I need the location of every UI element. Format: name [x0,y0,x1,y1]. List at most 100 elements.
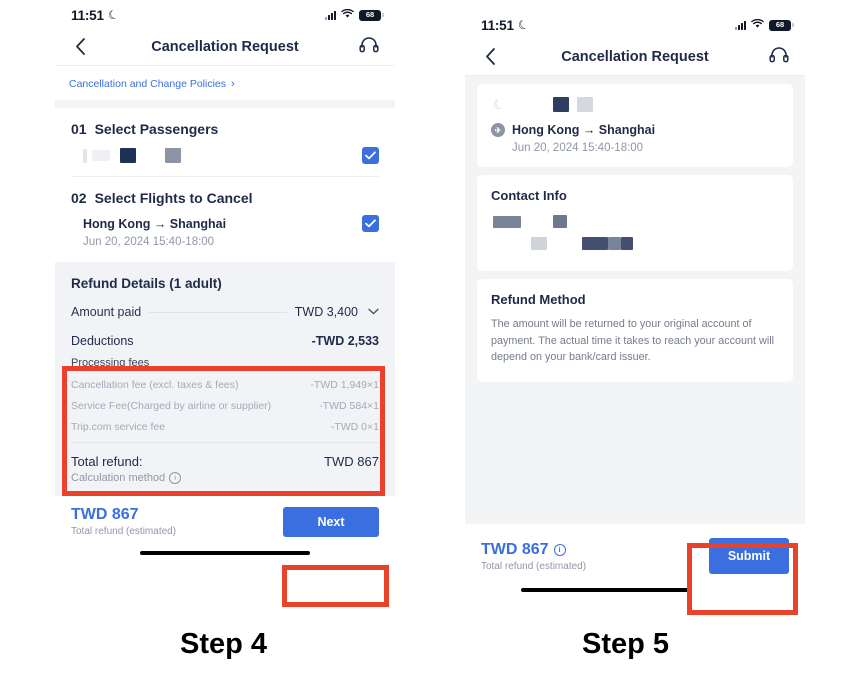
page-title: Cancellation Request [561,48,709,65]
right-scroll-area: ☾ ✈ Hong Kong → Shanghai Jun 20, 2024 15… [465,76,805,524]
fee-row: Cancellation fee (excl. taxes & fees) -T… [71,379,379,391]
flight-row[interactable]: Hong Kong → Shanghai [55,206,395,232]
amount-paid-label: Amount paid [71,305,142,319]
fee-value: -TWD 1,949×1 [310,379,379,391]
bottom-price-group: TWD 867 Total refund (estimated) [71,506,176,537]
contact-info-card[interactable]: Contact Info [477,175,793,271]
step-5-caption: Step 5 [582,628,670,660]
submit-button[interactable]: Submit [709,538,789,574]
redacted-passenger-block-gray [165,148,181,163]
flight-route-line: ✈ Hong Kong → Shanghai [491,123,779,137]
check-icon [365,219,376,228]
total-refund-label: Total refund: [71,454,143,469]
flight-route: Hong Kong → Shanghai [512,123,656,137]
bottom-total-price-group: TWD 867 i [481,541,586,559]
section-1-header: 01 Select Passengers [55,108,395,137]
section-2-header: 02 Select Flights to Cancel [55,177,395,206]
redacted-passenger-block-dark [120,148,136,163]
refund-details-title: Refund Details (1 adult) [71,276,222,291]
deductions-block: Deductions -TWD 2,533 Processing fees Ca… [71,332,379,433]
redacted-contact-1 [493,215,521,228]
step-4-caption: Step 4 [180,628,268,660]
contact-info-values [491,214,779,251]
redacted-passenger-name-2 [92,150,110,161]
section-2-number: 02 [71,190,87,206]
fee-label: Service Fee(Charged by airline or suppli… [71,400,272,412]
redacted-contact-3 [531,237,547,250]
calculation-method-label: Calculation method [71,472,166,484]
info-icon[interactable]: i [553,543,566,556]
select-passengers-section: 01 Select Passengers 02 Select Flights t… [55,108,395,262]
deductions-row: Deductions -TWD 2,533 [71,334,379,348]
home-indicator [521,588,691,592]
passenger-checkbox[interactable] [362,147,379,164]
policy-link-label: Cancellation and Change Policies [69,78,227,90]
home-indicator [140,551,310,555]
battery-icon: 68 [769,19,794,31]
section-gap [55,100,395,108]
back-button[interactable] [479,46,501,68]
crescent-moon-icon: ☾ [515,16,531,34]
passenger-row[interactable] [55,137,395,176]
refund-details-panel: Refund Details (1 adult) Amount paid TWD… [55,262,395,496]
refund-method-description: The amount will be returned to your orig… [491,318,775,364]
nav-bar-left: Cancellation Request [55,28,395,66]
amount-row-rule [149,311,287,313]
wifi-icon [341,6,354,24]
refund-method-title: Refund Method [491,292,586,307]
status-bar-right-group: 68 [735,16,794,34]
redacted-airline-gray [576,97,593,112]
info-icon: i [169,472,182,484]
flight-summary-card: ☾ ✈ Hong Kong → Shanghai Jun 20, 2024 15… [477,84,793,167]
status-bar-left-group: 11:51 ☾ [71,6,121,24]
crescent-moon-icon: ☾ [490,95,507,114]
contact-line [493,214,779,229]
status-time: 11:51 [481,17,514,33]
deductions-value: -TWD 2,533 [311,334,379,348]
wifi-icon [751,16,764,34]
fee-label: Cancellation fee (excl. taxes & fees) [71,379,239,391]
signal-bars-icon [325,10,336,20]
fee-label: Trip.com service fee [71,421,166,433]
redacted-contact-5 [608,237,621,250]
headset-icon[interactable] [769,46,791,68]
chevron-left-icon [75,38,85,55]
amount-paid-row[interactable]: Amount paid TWD 3,400 [71,305,379,319]
bottom-total-sublabel: Total refund (estimated) [71,526,177,537]
bottom-total-price: TWD 867 [71,506,139,523]
total-refund-value: TWD 867 [324,454,379,469]
flight-card-top-row: ☾ [490,95,779,114]
flight-route: Hong Kong → Shanghai [83,216,227,231]
status-bar-right-group: 68 [325,6,384,24]
battery-level: 68 [775,20,785,30]
status-bar-left: 11:51 ☾ 68 [55,2,395,28]
bottom-action-bar-left: TWD 867 Total refund (estimated) Next [55,496,395,545]
total-refund-row: Total refund: TWD 867 [71,454,379,469]
signal-bars-icon [735,20,746,30]
phone-screen-step-5: 11:51 ☾ 68 Cancellation Request ☾ ✈ Hong… [465,12,805,612]
redacted-contact-6 [621,237,633,250]
fee-value: -TWD 0×1 [330,421,379,433]
refund-method-card: Refund Method The amount will be returne… [477,279,793,383]
battery-icon: 68 [359,9,384,21]
flight-checkbox[interactable] [362,215,379,232]
redacted-airline-dark [552,97,569,112]
redacted-contact-2 [553,215,567,228]
calculation-method-link[interactable]: Calculation method i [71,472,379,484]
fee-row: Service Fee(Charged by airline or suppli… [71,400,379,412]
chevron-right-icon: › [231,78,235,90]
plane-icon: ✈ [491,123,505,137]
back-button[interactable] [69,36,91,58]
status-bar-left-group: 11:51 ☾ [481,16,531,34]
chevron-down-icon[interactable] [368,306,379,318]
deductions-label: Deductions [71,334,134,348]
bottom-total-sublabel: Total refund (estimated) [481,560,587,572]
cancellation-policies-link[interactable]: Cancellation and Change Policies › [55,66,395,100]
next-button[interactable]: Next [283,506,379,537]
headset-icon[interactable] [359,36,381,58]
chevron-left-icon [485,48,495,65]
crescent-moon-icon: ☾ [105,6,121,24]
processing-fees-label: Processing fees [71,357,150,369]
contact-info-title: Contact Info [491,188,567,203]
contact-line [493,236,779,251]
